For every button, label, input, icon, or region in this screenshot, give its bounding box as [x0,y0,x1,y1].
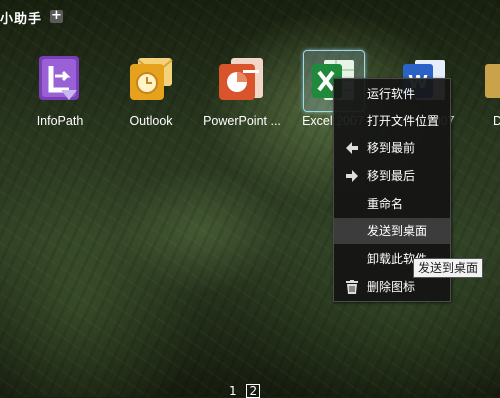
app-powerpoint[interactable]: PowerPoint ... [202,50,282,128]
menu-item-label: 删除图标 [367,280,416,294]
infopath-icon [31,50,89,108]
menu-item-label: 移到最前 [367,141,416,155]
tooltip: 发送到桌面 [413,258,484,278]
page-link-1[interactable]: 1 [229,384,237,398]
window-title: 小助手 [0,12,43,27]
menu-item-label: 发送到桌面 [367,224,428,238]
pager: 1 2 [229,384,266,398]
page-link-2-current[interactable]: 2 [246,384,261,398]
outlook-icon [122,50,180,108]
app-label: PowerPoint ... [203,114,281,128]
menu-item-move-first[interactable]: 移到最前 [334,135,450,161]
menu-item-label: 重命名 [367,197,404,211]
menu-item-label: 打开文件位置 [367,114,440,128]
menu-item-label: 移到最后 [367,169,416,183]
app-partial[interactable]: D [475,50,500,128]
menu-item-open-location[interactable]: 打开文件位置 [334,108,450,134]
powerpoint-icon [213,50,271,108]
arrow-left-icon [344,135,360,164]
app-label: Outlook [129,114,173,128]
app-label: InfoPath [36,114,84,128]
app-label: D [493,114,500,128]
menu-item-move-last[interactable]: 移到最后 [334,163,450,189]
app-outlook[interactable]: Outlook [111,50,191,128]
app-infopath[interactable]: InfoPath [20,50,100,128]
menu-item-send-to-desktop[interactable]: 发送到桌面 [334,218,450,244]
arrow-right-icon [344,163,360,192]
add-button[interactable]: + [50,9,63,23]
trash-icon [344,274,360,303]
folder-icon [475,50,500,108]
menu-item-run[interactable]: 运行软件 [334,81,450,107]
menu-item-label: 运行软件 [367,87,416,101]
menu-item-rename[interactable]: 重命名 [334,191,450,217]
